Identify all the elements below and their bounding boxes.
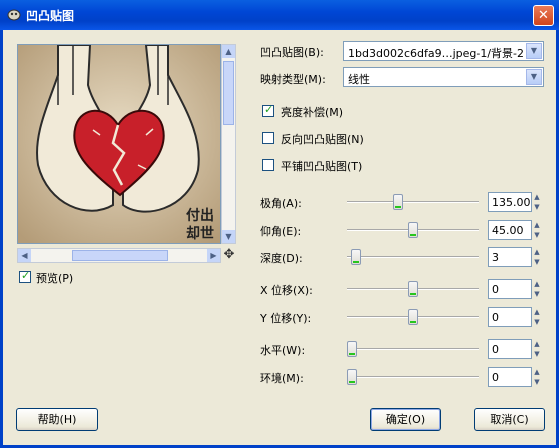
spin-up-icon[interactable]: ▲ [530, 192, 544, 202]
vertical-scroll-thumb[interactable] [223, 61, 234, 125]
ambient-slider-thumb[interactable] [347, 369, 357, 385]
bumpmap-value: 1bd3d002c6dfa9…jpeg-1/背景-2 [348, 47, 525, 60]
ambient-value[interactable]: 0 [492, 371, 499, 384]
spin-up-icon[interactable]: ▲ [530, 247, 544, 257]
waterlevel-label: 水平(W): [260, 344, 306, 357]
x-offset-label: X 位移(X): [260, 284, 313, 297]
azimuth-label: 极角(A): [260, 197, 302, 210]
cancel-button[interactable]: 取消(C) [474, 408, 545, 431]
y-offset-spin-arrows[interactable]: ▲ ▼ [530, 307, 544, 327]
preview-horizontal-scrollbar[interactable]: ◀ ▶ [17, 248, 221, 263]
map-type-value: 线性 [348, 73, 370, 86]
x-offset-spinbutton[interactable]: 0 [488, 279, 532, 299]
ambient-spin-arrows[interactable]: ▲ ▼ [530, 367, 544, 387]
preview-image[interactable]: 付出 却世 [17, 44, 221, 244]
chevron-down-icon[interactable]: ▼ [526, 69, 542, 85]
gimp-icon [7, 9, 21, 21]
waterlevel-spinbutton[interactable]: 0 [488, 339, 532, 359]
waterlevel-spin-arrows[interactable]: ▲ ▼ [530, 339, 544, 359]
spin-down-icon[interactable]: ▼ [530, 317, 544, 327]
elevation-slider-thumb[interactable] [408, 222, 418, 238]
depth-slider-track[interactable] [347, 256, 479, 258]
compensate-label[interactable]: 亮度补偿(M) [281, 104, 343, 120]
ok-button[interactable]: 确定(O) [370, 408, 441, 431]
scroll-down-icon[interactable]: ▼ [222, 230, 235, 243]
spin-up-icon[interactable]: ▲ [530, 339, 544, 349]
preview-checkbox[interactable] [19, 269, 31, 283]
tile-checkbox[interactable] [262, 159, 274, 171]
depth-spin-arrows[interactable]: ▲ ▼ [530, 247, 544, 267]
invert-checkbox[interactable] [262, 132, 274, 144]
spin-down-icon[interactable]: ▼ [530, 289, 544, 299]
preview-text-1: 付出 [186, 208, 214, 224]
x-offset-spin-arrows[interactable]: ▲ ▼ [530, 279, 544, 299]
depth-value[interactable]: 3 [492, 251, 499, 264]
spin-down-icon[interactable]: ▼ [530, 230, 544, 240]
scroll-left-icon[interactable]: ◀ [18, 249, 31, 262]
chevron-down-icon[interactable]: ▼ [526, 43, 542, 59]
ambient-label: 环境(M): [260, 372, 304, 385]
elevation-value[interactable]: 45.00 [492, 224, 524, 237]
azimuth-spinbutton[interactable]: 135.00 [488, 192, 532, 212]
x-offset-slider-thumb[interactable] [408, 281, 418, 297]
title-bar: 凹凸贴图 ✕ [0, 0, 559, 30]
spin-down-icon[interactable]: ▼ [530, 349, 544, 359]
ambient-spinbutton[interactable]: 0 [488, 367, 532, 387]
azimuth-slider-thumb[interactable] [392, 194, 403, 210]
help-button[interactable]: 帮助(H) [16, 408, 98, 431]
azimuth-slider-track[interactable] [347, 201, 479, 203]
azimuth-spin-arrows[interactable]: ▲ ▼ [530, 192, 544, 212]
bumpmap-select[interactable]: 1bd3d002c6dfa9…jpeg-1/背景-2 ▼ [343, 41, 544, 61]
spin-up-icon[interactable]: ▲ [530, 367, 544, 377]
preview-vertical-scrollbar[interactable]: ▲ ▼ [221, 44, 236, 244]
y-offset-spinbutton[interactable]: 0 [488, 307, 532, 327]
y-offset-label: Y 位移(Y): [260, 312, 312, 325]
x-offset-value[interactable]: 0 [492, 283, 499, 296]
depth-spinbutton[interactable]: 3 [488, 247, 532, 267]
elevation-spin-arrows[interactable]: ▲ ▼ [530, 220, 544, 240]
y-offset-value[interactable]: 0 [492, 311, 499, 324]
spin-down-icon[interactable]: ▼ [530, 257, 544, 267]
waterlevel-value[interactable]: 0 [492, 343, 499, 356]
tile-label[interactable]: 平铺凹凸贴图(T) [281, 158, 362, 174]
elevation-spinbutton[interactable]: 45.00 [488, 220, 532, 240]
waterlevel-slider-thumb[interactable] [347, 341, 357, 357]
invert-label[interactable]: 反向凹凸贴图(N) [281, 131, 364, 147]
map-type-label: 映射类型(M): [260, 73, 326, 86]
spin-up-icon[interactable]: ▲ [530, 307, 544, 317]
window-title: 凹凸贴图 [26, 9, 75, 23]
preview-checkbox-label[interactable]: 预览(P) [36, 270, 73, 286]
close-button[interactable]: ✕ [533, 5, 554, 26]
ambient-slider-track[interactable] [347, 376, 479, 378]
compensate-checkbox[interactable] [262, 103, 274, 117]
spin-down-icon[interactable]: ▼ [530, 377, 544, 387]
spin-up-icon[interactable]: ▲ [530, 220, 544, 230]
elevation-label: 仰角(E): [260, 225, 302, 238]
navigate-move-icon[interactable]: ✥ [222, 248, 236, 262]
depth-label: 深度(D): [260, 252, 303, 265]
scroll-up-icon[interactable]: ▲ [222, 45, 235, 58]
map-type-select[interactable]: 线性 ▼ [343, 67, 544, 87]
depth-slider-thumb[interactable] [350, 249, 361, 265]
spin-up-icon[interactable]: ▲ [530, 279, 544, 289]
horizontal-scroll-thumb[interactable] [72, 250, 168, 261]
scroll-right-icon[interactable]: ▶ [207, 249, 220, 262]
preview-text-2: 却世 [186, 226, 214, 242]
y-offset-slider-thumb[interactable] [408, 309, 418, 325]
bumpmap-label: 凹凸贴图(B): [260, 46, 324, 59]
spin-down-icon[interactable]: ▼ [530, 202, 544, 212]
azimuth-value[interactable]: 135.00 [492, 196, 531, 209]
waterlevel-slider-track[interactable] [347, 348, 479, 350]
